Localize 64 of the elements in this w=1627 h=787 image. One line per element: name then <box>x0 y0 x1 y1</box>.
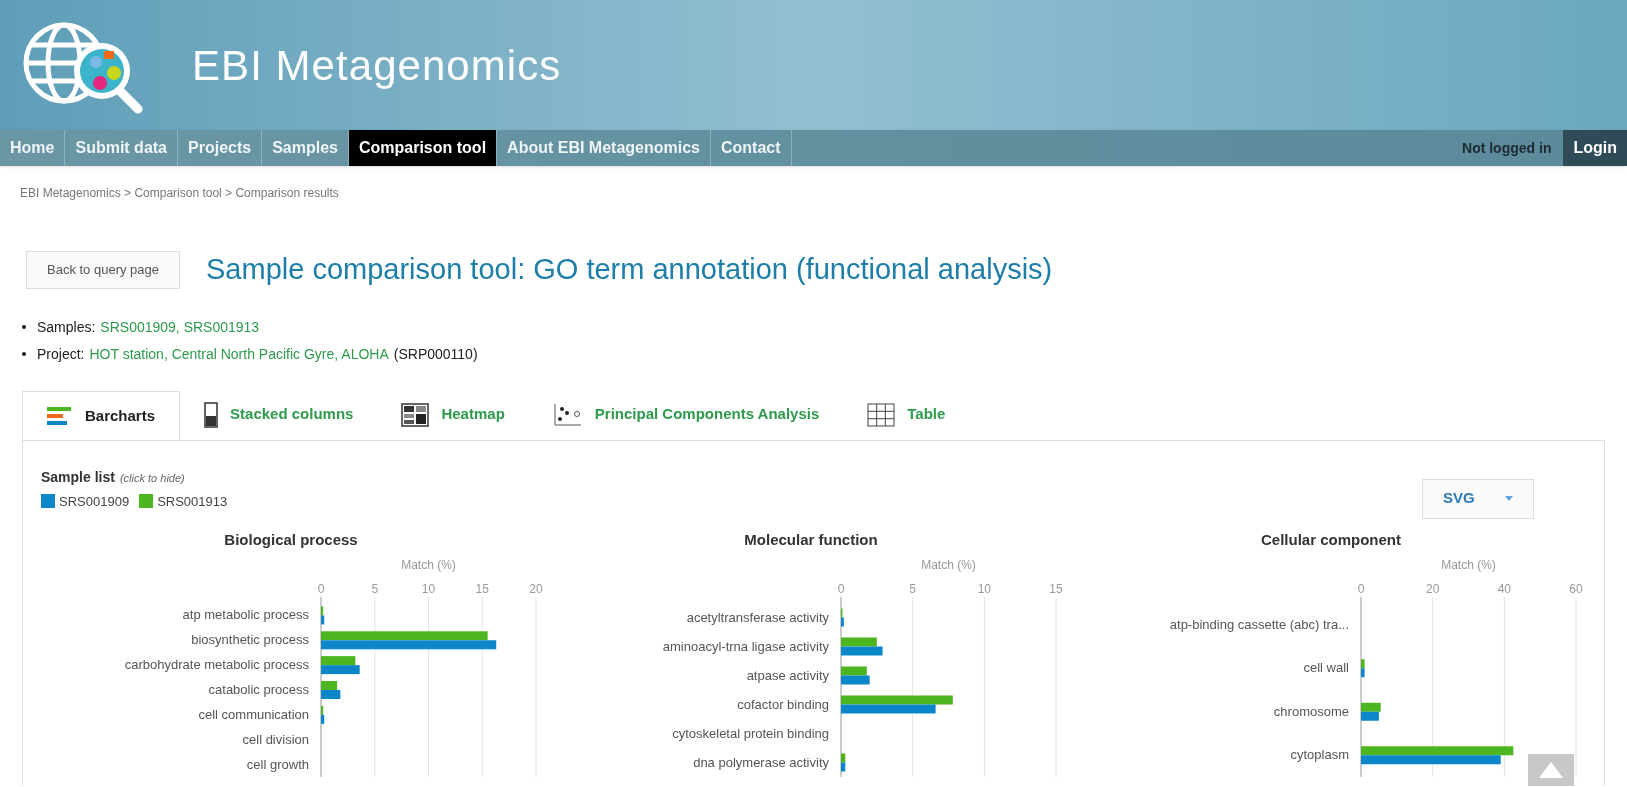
back-button[interactable]: Back to query page <box>26 251 181 289</box>
info-label: Project: <box>37 344 85 364</box>
sample-list-hint: (click to hide) <box>119 470 185 486</box>
category-label: cell communication <box>198 706 309 722</box>
nav-tab[interactable]: Comparison tool <box>348 130 498 166</box>
site-title: EBI Metagenomics <box>192 40 562 91</box>
breadcrumb: EBI Metagenomics > Comparison tool > Comparison results <box>20 186 339 200</box>
category-label: cell growth <box>246 756 309 772</box>
category-label: aminoacyl-trna ligase activity <box>662 638 829 653</box>
nav-tab[interactable]: Submit data <box>65 130 178 166</box>
login-link[interactable]: Login <box>1563 130 1627 166</box>
chart-title: Molecular function <box>744 530 878 548</box>
tick-label: 5 <box>371 581 379 596</box>
category-label: cytoplasm <box>1290 746 1349 762</box>
category-label: chromosome <box>1273 703 1349 719</box>
tick-label: 20 <box>1426 581 1440 596</box>
view-tab[interactable]: Table <box>843 389 970 440</box>
page-title: Sample comparison tool: GO term annotation (functional analysis) <box>206 252 1053 287</box>
nav-tab[interactable]: Projects <box>178 130 263 166</box>
tick-label: 20 <box>529 581 543 596</box>
axis-title: Match (%) <box>1441 557 1496 572</box>
tick-label: 5 <box>909 581 916 596</box>
tick-label: 60 <box>1569 581 1583 596</box>
view-tab[interactable]: Principal Components Analysis <box>528 389 844 440</box>
legend-label[interactable]: SRS001913 <box>157 491 228 511</box>
category-label: cell wall <box>1303 659 1349 675</box>
login-status: Not logged in <box>1461 138 1553 158</box>
category-label: carbohydrate metabolic process <box>124 656 309 672</box>
tick-label: 10 <box>977 581 991 596</box>
category-label: acetyltransferase activity <box>686 609 829 624</box>
info-text: (SRP000110) <box>393 344 478 364</box>
tick-label: 40 <box>1497 581 1511 596</box>
category-label: catabolic process <box>208 681 309 697</box>
nav-tab[interactable]: Samples <box>262 130 349 166</box>
info-link[interactable]: HOT station, Central North Pacific Gyre, ALOHA <box>89 340 389 368</box>
nav-tab[interactable]: Contact <box>711 130 792 166</box>
tick-label: 15 <box>475 581 489 596</box>
category-label: atpase activity <box>746 667 829 682</box>
category-label: cofactor binding <box>737 696 829 711</box>
tick-label: 10 <box>421 581 436 596</box>
nav-tab[interactable]: Home <box>0 130 66 166</box>
category-label: biosynthetic process <box>191 631 309 647</box>
tick-label: 0 <box>837 581 845 596</box>
category-label: dna polymerase activity <box>693 754 829 769</box>
view-tab[interactable]: Barcharts <box>22 390 181 441</box>
tick-label: 0 <box>317 581 325 596</box>
view-tab[interactable]: Stacked columns <box>180 389 378 440</box>
category-label: atp-binding cassette (abc) tra... <box>1169 616 1349 632</box>
chart-title: Biological process <box>224 530 358 548</box>
chart-title: Cellular component <box>1261 530 1401 548</box>
nav-tab[interactable]: About EBI Metagenomics <box>497 130 711 166</box>
category-label: cytoskeletal protein binding <box>672 725 829 740</box>
info-label: Samples: <box>37 317 96 337</box>
category-label: cell division <box>242 731 309 747</box>
axis-title: Match (%) <box>921 557 976 572</box>
tick-label: 0 <box>1357 581 1365 596</box>
legend-label[interactable]: SRS001909 <box>59 491 130 511</box>
category-label: atp metabolic process <box>182 606 309 622</box>
export-dropdown[interactable]: SVG <box>1422 478 1534 519</box>
tick-label: 15 <box>1049 581 1063 596</box>
sample-list-title[interactable]: Sample list <box>41 466 115 488</box>
info-link[interactable]: SRS001909, SRS001913 <box>100 313 260 341</box>
axis-title: Match (%) <box>401 557 456 572</box>
view-tab[interactable]: Heatmap <box>377 389 529 440</box>
